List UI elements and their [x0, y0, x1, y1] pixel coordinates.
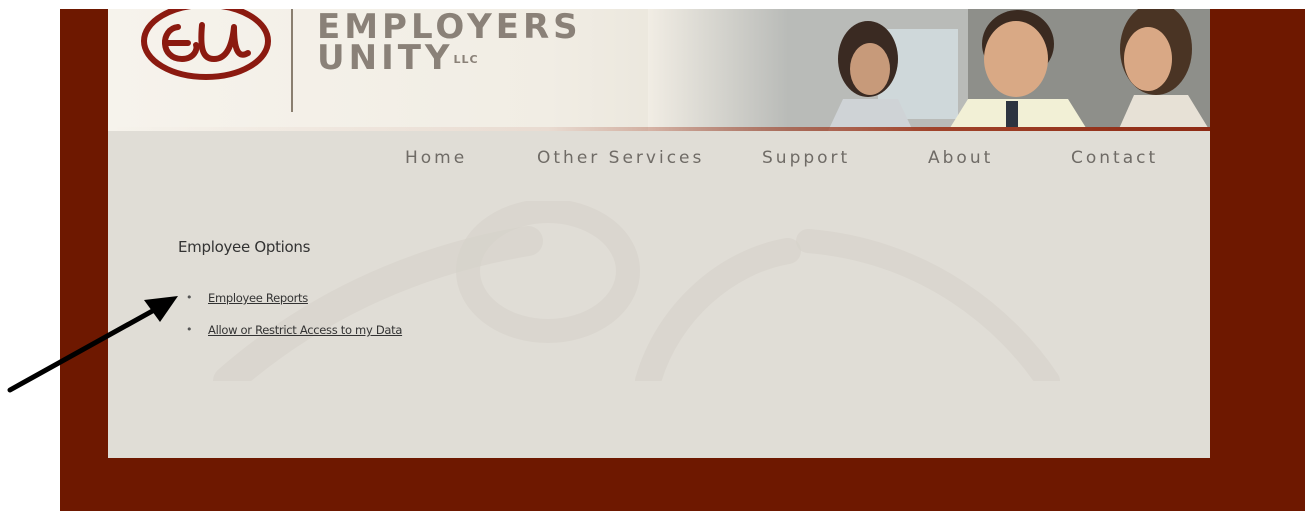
brand-name-line2: UNITYLLC [317, 41, 479, 75]
access-control-link[interactable]: Allow or Restrict Access to my Data [208, 323, 402, 337]
list-item: Allow or Restrict Access to my Data [186, 323, 402, 355]
list-item: Employee Reports [186, 291, 402, 323]
nav-item-about[interactable]: About [928, 148, 993, 168]
section-title: Employee Options [178, 238, 311, 256]
site-header: EMPLOYERS UNITYLLC [108, 9, 1210, 131]
site-page: EMPLOYERS UNITYLLC Home Other Services S… [108, 9, 1210, 458]
nav-item-contact[interactable]: Contact [1071, 148, 1158, 168]
nav-item-support[interactable]: Support [762, 148, 850, 168]
employee-reports-link[interactable]: Employee Reports [208, 291, 308, 305]
arrow-pointer-icon [7, 296, 178, 393]
header-photo-people [648, 9, 1210, 131]
main-navigation: Home Other Services Support About Contac… [108, 131, 1210, 181]
logo-divider [291, 9, 293, 112]
eu-monogram-logo-icon[interactable] [138, 9, 274, 85]
brand-suffix: LLC [453, 53, 479, 66]
nav-item-home[interactable]: Home [405, 148, 467, 168]
employee-options-list: Employee Reports Allow or Restrict Acces… [186, 291, 402, 355]
main-content: Home Other Services Support About Contac… [108, 131, 1210, 458]
brand-name-unity: UNITY [317, 38, 454, 78]
nav-item-other-services[interactable]: Other Services [537, 148, 704, 168]
